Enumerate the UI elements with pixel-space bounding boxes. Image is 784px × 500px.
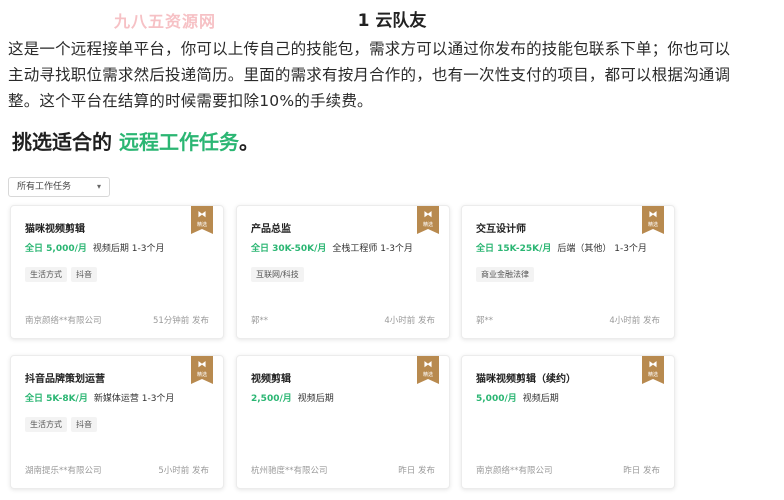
task-filter-dropdown[interactable]: 所有工作任务 ▾ [8, 177, 110, 197]
job-title: 猫咪视频剪辑（续约） [476, 374, 576, 385]
job-tag: 互联网/科技 [251, 267, 304, 282]
job-tag: 商业金融法律 [476, 267, 534, 282]
featured-badge-label: 精选 [647, 222, 658, 228]
subheading-highlight: 远程工作任务 [118, 130, 239, 154]
bowtie-icon: ⧓ [423, 360, 433, 370]
intro-paragraph: 这是一个远程接单平台，你可以上传自己的技能包，需求方可以通过你发布的技能包联系下… [8, 36, 778, 114]
job-card[interactable]: 猫咪视频剪辑 全日 5,000/月 视频后期 1-3个月 生活方式 抖音 南京颜络*… [10, 205, 224, 339]
job-salary: 5,000/月 [476, 394, 517, 404]
featured-badge-label: 精选 [647, 372, 658, 378]
job-title: 抖音品牌策划运营 [25, 374, 105, 385]
job-tags: 生活方式 抖音 [25, 412, 101, 432]
job-tag: 抖音 [71, 417, 97, 432]
intro-line-1: 这是一个远程接单平台，你可以上传自己的技能包，需求方可以通过你发布的技能包联系下… [8, 40, 731, 58]
chevron-down-icon: ▾ [96, 182, 101, 191]
bowtie-icon: ⧓ [648, 360, 658, 370]
job-card[interactable]: 产品总监 全日 30K-50K/月 全栈工程师 1-3个月 互联网/科技 郭** … [236, 205, 450, 339]
job-company: 郭** [476, 316, 494, 326]
featured-badge-label: 精选 [422, 222, 433, 228]
job-meta: 5,000/月 视频后期 [476, 391, 559, 404]
featured-badge: ⧓ 精选 [642, 356, 664, 384]
job-posted-time: 昨日 发布 [398, 466, 435, 476]
watermark-text: 九八五资源网 [114, 12, 217, 31]
job-meta: 全日 5K-8K/月 新媒体运营 1-3个月 [25, 391, 174, 404]
job-meta: 全日 5,000/月 视频后期 1-3个月 [25, 241, 164, 254]
job-company: 郭** [251, 316, 269, 326]
job-extra: 后端（其他） 1-3个月 [557, 244, 647, 254]
filter-selected-value: 所有工作任务 [17, 182, 72, 192]
job-extra: 全栈工程师 1-3个月 [332, 244, 413, 254]
job-posted-time: 5小时前 发布 [158, 466, 209, 476]
job-extra: 视频后期 [297, 394, 334, 404]
bowtie-icon: ⧓ [423, 210, 433, 220]
job-title: 产品总监 [251, 224, 291, 235]
job-tag: 生活方式 [25, 417, 67, 432]
job-meta: 全日 30K-50K/月 全栈工程师 1-3个月 [251, 241, 413, 254]
job-extra: 视频后期 1-3个月 [92, 244, 165, 254]
bowtie-icon: ⧓ [197, 360, 207, 370]
job-meta: 2,500/月 视频后期 [251, 391, 334, 404]
bowtie-icon: ⧓ [648, 210, 658, 220]
job-posted-time: 4小时前 发布 [609, 316, 660, 326]
job-posted-time: 51分钟前 发布 [152, 316, 209, 326]
job-card[interactable]: 猫咪视频剪辑（续约） 5,000/月 视频后期 南京颜络**有限公司 昨日 发布 … [461, 355, 675, 489]
featured-badge-label: 精选 [196, 372, 207, 378]
job-salary: 全日 5K-8K/月 [25, 394, 88, 404]
job-salary: 全日 30K-50K/月 [251, 244, 327, 254]
featured-badge: ⧓ 精选 [417, 356, 439, 384]
job-company: 南京颜络**有限公司 [476, 466, 553, 476]
job-tags: 生活方式 抖音 [25, 262, 101, 282]
subheading-suffix: 。 [238, 130, 259, 154]
job-salary: 2,500/月 [251, 394, 292, 404]
featured-badge-label: 精选 [422, 372, 433, 378]
job-tags: 商业金融法律 [476, 262, 538, 282]
job-card[interactable]: 视频剪辑 2,500/月 视频后期 杭州驰度**有限公司 昨日 发布 ⧓ 精选 [236, 355, 450, 489]
job-tag: 抖音 [71, 267, 97, 282]
job-card[interactable]: 抖音品牌策划运营 全日 5K-8K/月 新媒体运营 1-3个月 生活方式 抖音 湖南… [10, 355, 224, 489]
intro-line-2: 主动寻找职位需求然后投递简历。里面的需求有按月合作的，也有一次性支付的项目，都可… [8, 66, 731, 84]
job-meta: 全日 15K-25K/月 后端（其他） 1-3个月 [476, 241, 647, 254]
job-extra: 视频后期 [522, 394, 559, 404]
job-title: 交互设计师 [476, 224, 526, 235]
job-posted-time: 昨日 发布 [623, 466, 660, 476]
job-salary: 全日 15K-25K/月 [476, 244, 552, 254]
job-company: 杭州驰度**有限公司 [251, 466, 328, 476]
job-company: 南京颜络**有限公司 [25, 316, 102, 326]
intro-line-3: 整。这个平台在结算的时候需要扣除10%的手续费。 [8, 92, 373, 110]
subheading-prefix: 挑选适合的 [12, 130, 119, 154]
job-salary: 全日 5,000/月 [25, 244, 87, 254]
featured-badge: ⧓ 精选 [191, 206, 213, 234]
job-company: 湖南提乐**有限公司 [25, 466, 102, 476]
bowtie-icon: ⧓ [197, 210, 207, 220]
job-extra: 新媒体运营 1-3个月 [93, 394, 175, 404]
featured-badge: ⧓ 精选 [191, 356, 213, 384]
featured-badge: ⧓ 精选 [642, 206, 664, 234]
section-subheading: 挑选适合的 远程工作任务。 [12, 126, 259, 155]
job-tags: 互联网/科技 [251, 262, 308, 282]
featured-badge-label: 精选 [196, 222, 207, 228]
job-posted-time: 4小时前 发布 [384, 316, 435, 326]
featured-badge: ⧓ 精选 [417, 206, 439, 234]
job-title: 猫咪视频剪辑 [25, 224, 85, 235]
job-title: 视频剪辑 [251, 374, 291, 385]
job-tag: 生活方式 [25, 267, 67, 282]
job-card[interactable]: 交互设计师 全日 15K-25K/月 后端（其他） 1-3个月 商业金融法律 郭*… [461, 205, 675, 339]
